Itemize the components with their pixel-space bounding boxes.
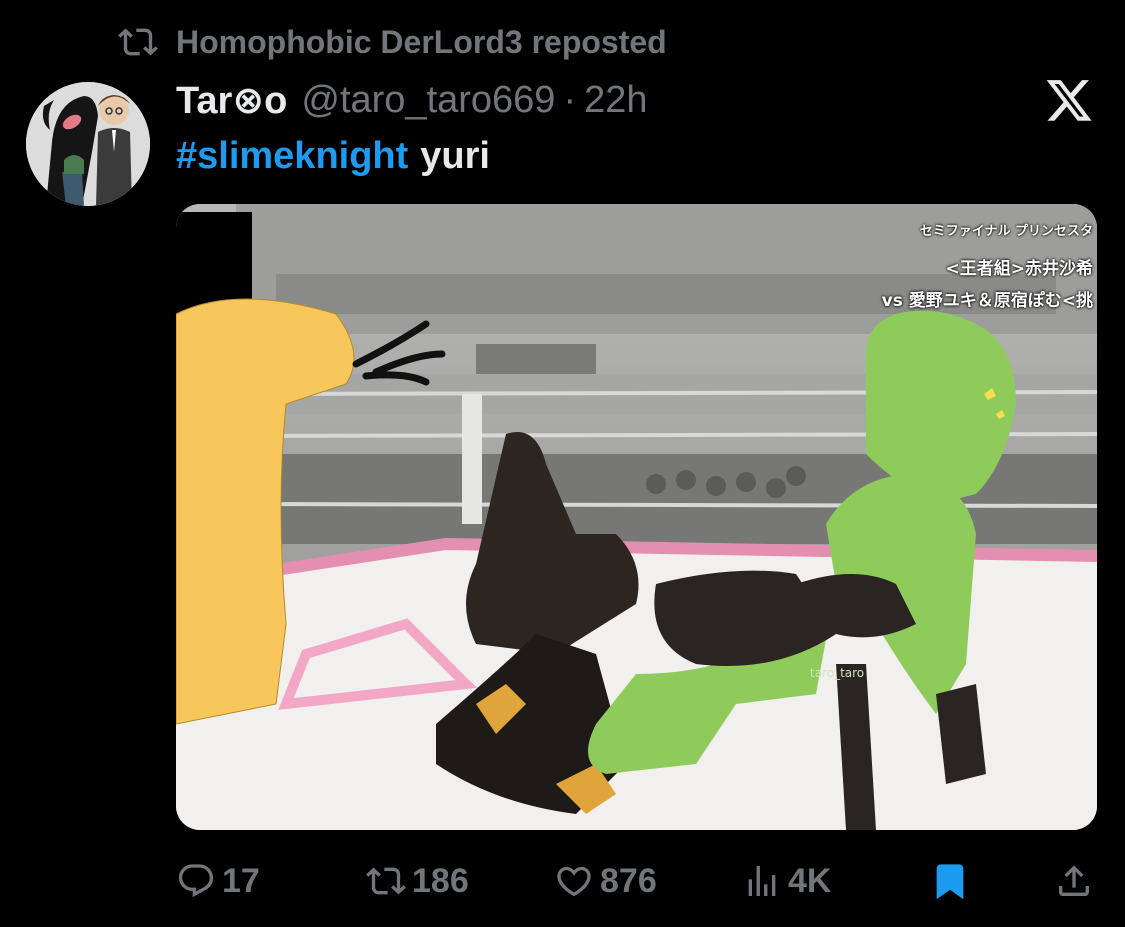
tweet-header: Tar⊗o @taro_taro669 · 22h <box>176 74 648 126</box>
tweet-text: #slimeknight yuri <box>176 130 490 182</box>
author-name[interactable]: Tar⊗o <box>176 78 287 123</box>
reply-count: 17 <box>222 861 260 900</box>
repost-icon <box>118 28 158 56</box>
tweet-media-image[interactable]: セミファイナル プリンセスタ <王者組>赤井沙希 vs 愛野ユキ＆原宿ぽむ<挑 … <box>176 204 1097 830</box>
bookmark-icon <box>936 864 964 900</box>
artist-watermark: taro_taro <box>810 666 865 680</box>
repost-banner-text: Homophobic DerLord3 reposted <box>176 23 667 60</box>
repost-count: 186 <box>412 861 469 900</box>
video-caption-line1: セミファイナル プリンセスタ <box>919 224 1093 239</box>
like-count: 876 <box>600 861 657 900</box>
separator-dot: · <box>563 78 577 121</box>
video-caption-line2: <王者組>赤井沙希 <box>945 259 1094 279</box>
share-button[interactable] <box>1054 856 1094 906</box>
analytics-icon <box>748 866 776 896</box>
reply-icon <box>178 864 214 898</box>
author-handle[interactable]: @taro_taro669 <box>301 79 555 122</box>
like-button[interactable]: 876 <box>554 856 657 906</box>
repost-icon <box>366 867 406 895</box>
heart-icon <box>557 866 591 897</box>
views-count: 4K <box>788 861 832 900</box>
share-icon <box>1059 865 1089 896</box>
avatar-illustration <box>26 82 150 206</box>
hashtag-link[interactable]: #slimeknight <box>176 135 408 178</box>
tweet-actions: 17 186 876 4K <box>176 856 1097 906</box>
timestamp[interactable]: 22h <box>584 79 647 122</box>
x-logo-icon <box>1046 80 1092 121</box>
video-caption-line3: vs 愛野ユキ＆原宿ぽむ<挑 <box>881 291 1093 311</box>
avatar[interactable] <box>26 82 150 206</box>
repost-banner[interactable]: Homophobic DerLord3 reposted <box>118 20 667 64</box>
bookmark-button[interactable] <box>930 856 970 906</box>
repost-button[interactable]: 186 <box>366 856 469 906</box>
tweet-body: yuri <box>420 134 490 177</box>
reply-button[interactable]: 17 <box>176 856 260 906</box>
views-button[interactable]: 4K <box>742 856 831 906</box>
